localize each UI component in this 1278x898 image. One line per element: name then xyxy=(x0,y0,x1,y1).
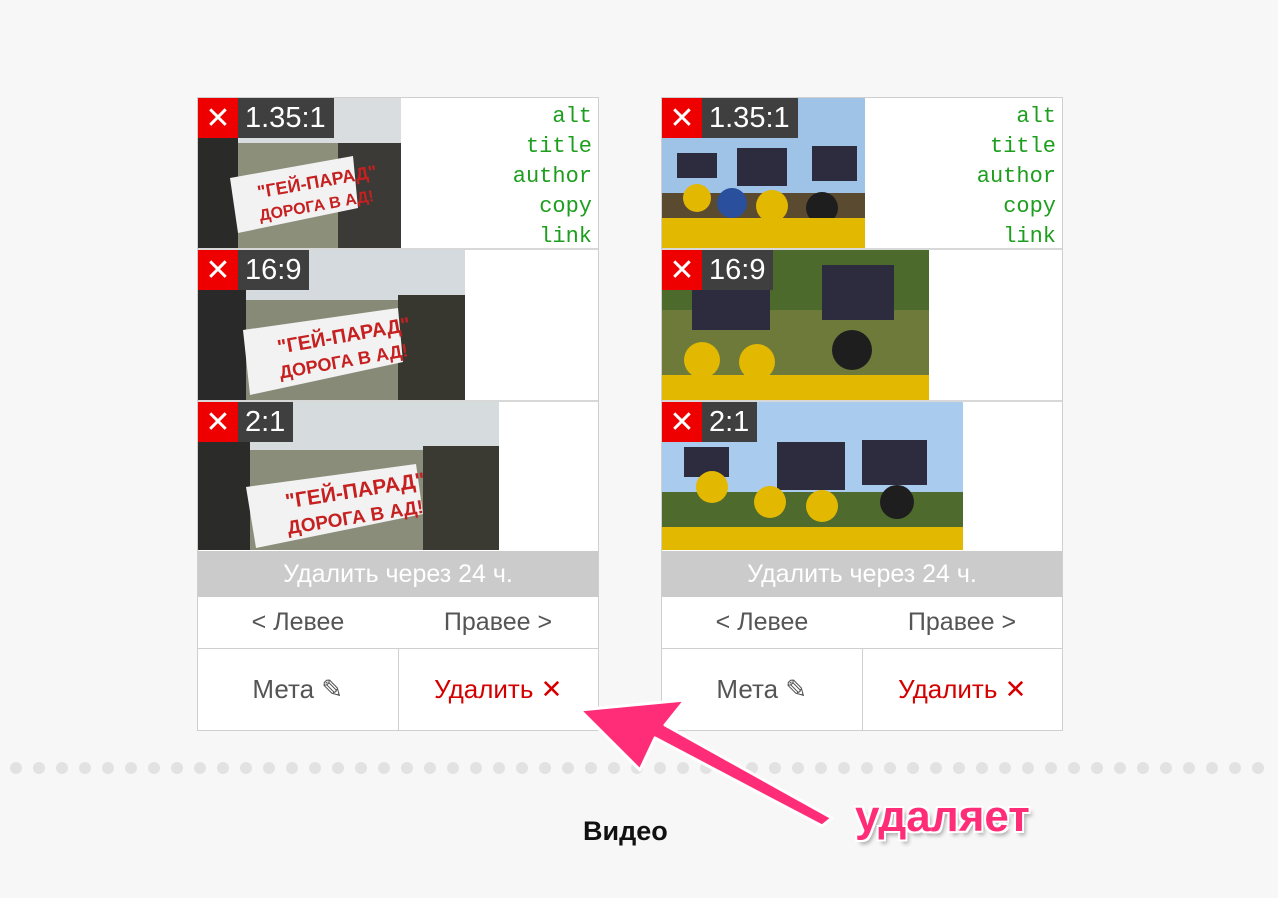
delete-button[interactable]: Удалить ✕ xyxy=(863,649,1063,730)
crop-ratio-label: 2:1 xyxy=(702,402,758,442)
divider-dot xyxy=(56,762,68,774)
crop-row-1-35: ✕ 1.35:1 alt title author copy link xyxy=(662,98,1062,250)
crop-row-16-9: "ГЕЙ-ПАРАД" ДОРОГА В АД! ✕ 16:9 xyxy=(198,250,598,402)
divider-dot xyxy=(907,762,919,774)
meta-link-author[interactable]: author xyxy=(977,162,1056,192)
card-actions: Мета ✎ Удалить ✕ xyxy=(198,649,598,730)
meta-link-link[interactable]: link xyxy=(977,222,1056,252)
expire-notice: Удалить через 24 ч. xyxy=(662,551,1062,597)
crop-tag: ✕ 2:1 xyxy=(198,402,294,442)
divider-dot xyxy=(125,762,137,774)
divider-dot xyxy=(355,762,367,774)
divider-dot xyxy=(470,762,482,774)
meta-link-author[interactable]: author xyxy=(513,162,592,192)
meta-link-title[interactable]: title xyxy=(513,132,592,162)
crop-row-2-1: ✕ 2:1 xyxy=(662,402,1062,550)
divider-dot xyxy=(194,762,206,774)
divider-dot xyxy=(1068,762,1080,774)
meta-link-title[interactable]: title xyxy=(977,132,1056,162)
divider-dot xyxy=(1252,762,1264,774)
divider-dot xyxy=(79,762,91,774)
meta-link-alt[interactable]: alt xyxy=(977,102,1056,132)
divider-dot xyxy=(171,762,183,774)
divider-dot xyxy=(1022,762,1034,774)
reorder-controls: < Левее Правее > xyxy=(662,597,1062,649)
crop-tag: ✕ 16:9 xyxy=(198,250,310,290)
meta-link-copy[interactable]: copy xyxy=(513,192,592,222)
divider-dot xyxy=(1183,762,1195,774)
divider-dot xyxy=(1045,762,1057,774)
crop-ratio-label: 2:1 xyxy=(238,402,294,442)
crop-ratio-label: 16:9 xyxy=(702,250,774,290)
divider-dot xyxy=(240,762,252,774)
divider-dot xyxy=(424,762,436,774)
divider-dot xyxy=(1137,762,1149,774)
meta-link-alt[interactable]: alt xyxy=(513,102,592,132)
divider-dot xyxy=(263,762,275,774)
divider-dot xyxy=(102,762,114,774)
image-card-1: "ГЕЙ-ПАРАД" ДОРОГА В АД! ✕ 1.35:1 alt tit… xyxy=(197,97,599,731)
divider-dot xyxy=(447,762,459,774)
close-icon[interactable]: ✕ xyxy=(662,98,702,138)
divider-dot xyxy=(999,762,1011,774)
crop-tag: ✕ 2:1 xyxy=(662,402,758,442)
crop-ratio-label: 1.35:1 xyxy=(238,98,334,138)
divider-dot xyxy=(332,762,344,774)
crop-tag: ✕ 1.35:1 xyxy=(662,98,798,138)
reorder-controls: < Левее Правее > xyxy=(198,597,598,649)
close-icon[interactable]: ✕ xyxy=(198,98,238,138)
meta-button[interactable]: Мета ✎ xyxy=(198,649,399,730)
divider-dot xyxy=(309,762,321,774)
divider-dot xyxy=(1091,762,1103,774)
crop-tag: ✕ 1.35:1 xyxy=(198,98,334,138)
divider-dot xyxy=(861,762,873,774)
crop-ratio-label: 16:9 xyxy=(238,250,310,290)
close-icon[interactable]: ✕ xyxy=(198,250,238,290)
divider-dot xyxy=(884,762,896,774)
close-icon[interactable]: ✕ xyxy=(198,402,238,442)
move-right-button[interactable]: Правее > xyxy=(862,597,1062,648)
expire-notice: Удалить через 24 ч. xyxy=(198,551,598,597)
delete-button[interactable]: Удалить ✕ xyxy=(399,649,599,730)
divider-dot xyxy=(493,762,505,774)
divider-dot xyxy=(953,762,965,774)
divider-dot xyxy=(930,762,942,774)
close-icon[interactable]: ✕ xyxy=(662,402,702,442)
annotation-label: удаляет xyxy=(855,792,1030,841)
divider-dot xyxy=(976,762,988,774)
meta-links: alt title author copy link xyxy=(513,102,592,252)
divider-dot xyxy=(286,762,298,774)
meta-link-link[interactable]: link xyxy=(513,222,592,252)
move-right-button[interactable]: Правее > xyxy=(398,597,598,648)
crop-ratio-label: 1.35:1 xyxy=(702,98,798,138)
close-icon[interactable]: ✕ xyxy=(662,250,702,290)
move-left-button[interactable]: < Левее xyxy=(198,597,398,648)
divider-dot xyxy=(539,762,551,774)
divider-dot xyxy=(401,762,413,774)
divider-dot xyxy=(148,762,160,774)
crop-tag: ✕ 16:9 xyxy=(662,250,774,290)
meta-links: alt title author copy link xyxy=(977,102,1056,252)
divider-dot xyxy=(1206,762,1218,774)
move-left-button[interactable]: < Левее xyxy=(662,597,862,648)
divider-dot xyxy=(33,762,45,774)
crop-row-2-1: "ГЕЙ-ПАРАД" ДОРОГА В АД! ✕ 2:1 xyxy=(198,402,598,550)
annotation-arrow-icon xyxy=(578,698,834,828)
divider-dot xyxy=(10,762,22,774)
divider-dot xyxy=(1114,762,1126,774)
divider-dot xyxy=(1229,762,1241,774)
crop-row-16-9: ✕ 16:9 xyxy=(662,250,1062,402)
divider-dot xyxy=(1160,762,1172,774)
divider-dot xyxy=(217,762,229,774)
divider-dot xyxy=(378,762,390,774)
image-card-2: ✕ 1.35:1 alt title author copy link ✕ 16… xyxy=(661,97,1063,731)
crop-row-1-35: "ГЕЙ-ПАРАД" ДОРОГА В АД! ✕ 1.35:1 alt tit… xyxy=(198,98,598,250)
meta-link-copy[interactable]: copy xyxy=(977,192,1056,222)
divider-dot xyxy=(516,762,528,774)
